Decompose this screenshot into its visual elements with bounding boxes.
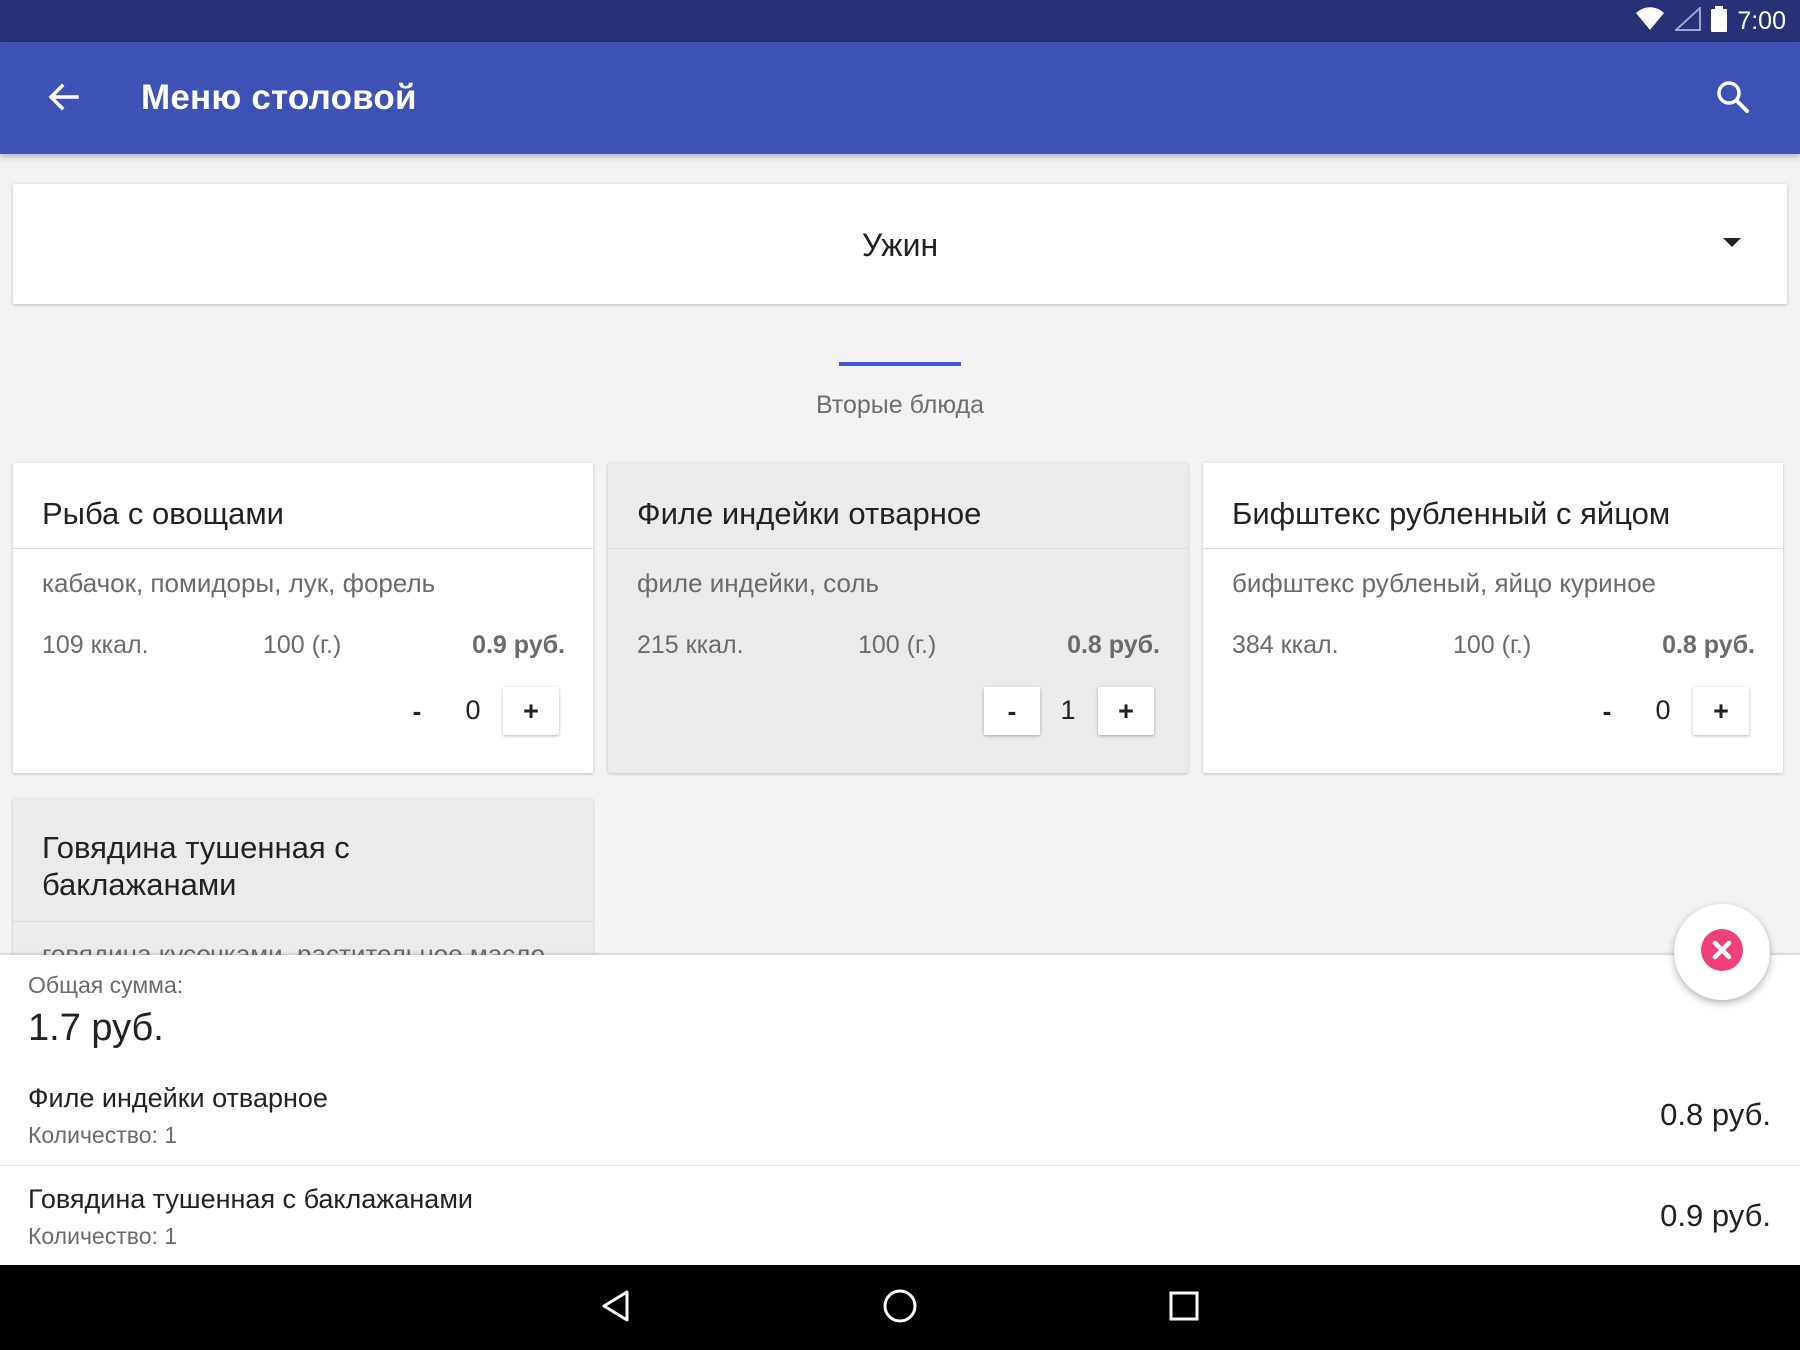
divider [608,548,1188,549]
order-item-name: Говядина тушенная с баклажанами [28,1184,473,1214]
nav-home-button[interactable] [875,1283,925,1333]
dish-card[interactable]: Рыба с овощами кабачок, помидоры, лук, ф… [13,463,593,773]
back-button[interactable] [36,72,90,126]
decrease-button[interactable]: - [1579,687,1635,735]
search-icon [1716,80,1750,119]
status-bar: 7:00 [0,0,1800,42]
system-nav-bar [0,1265,1800,1350]
battery-icon [1711,5,1728,37]
page-title: Меню столовой [141,78,417,117]
app-bar: Меню столовой [0,42,1800,154]
nav-back-button[interactable] [591,1283,641,1333]
order-item-name: Филе индейки отварное [28,1083,328,1113]
dish-price: 0.8 руб. [1067,631,1160,659]
dish-price: 0.9 руб. [472,631,565,659]
status-icons: 7:00 [1635,5,1786,37]
dish-ingredients: бифштекс рубленый, яйцо куриное [1232,568,1656,598]
dish-price: 0.8 руб. [1662,631,1755,659]
increase-button[interactable]: + [1098,687,1154,735]
dish-card[interactable]: Филе индейки отварное филе индейки, соль… [608,463,1188,773]
dish-kcal: 384 ккал. [1232,631,1339,659]
order-item-qty: Количество: 1 [28,1223,178,1249]
divider [1203,548,1783,549]
divider [13,921,593,922]
dish-count: 0 [1655,695,1671,725]
dish-name: Филе индейки отварное [637,496,982,531]
total-label: Общая сумма: [28,972,184,998]
square-recents-icon [1168,1290,1200,1327]
divider [13,548,593,549]
meal-dropdown-value: Ужин [861,227,939,263]
search-button[interactable] [1706,72,1760,126]
dish-card[interactable]: Бифштекс рубленный с яйцом бифштекс рубл… [1203,463,1783,773]
dish-weight: 100 (г.) [263,631,342,659]
decrease-button[interactable]: - [984,687,1040,735]
dish-count: 1 [1060,695,1076,725]
order-summary-sheet: Общая сумма: 1.7 руб. Филе индейки отвар… [0,955,1800,1265]
signal-icon [1673,5,1702,36]
arrow-back-icon [47,81,79,118]
order-item-sum: 0.9 руб. [1660,1198,1771,1233]
dish-name: Бифштекс рубленный с яйцом [1232,496,1671,531]
nav-recents-button[interactable] [1159,1283,1209,1333]
dish-ingredients: кабачок, помидоры, лук, форель [42,568,436,598]
divider [0,1165,1800,1166]
increase-button[interactable]: + [503,687,559,735]
section-tab-indicator [839,362,961,366]
order-item-sum: 0.8 руб. [1660,1097,1771,1132]
dish-kcal: 215 ккал. [637,631,744,659]
wifi-icon [1635,6,1665,36]
dish-count: 0 [465,695,481,725]
dish-card[interactable]: Говядина тушенная с баклажанами говядина… [13,799,593,959]
order-item[interactable]: Филе индейки отварное Количество: 1 0.8 … [0,1068,1800,1168]
dish-name: Говядина тушенная с баклажанами [42,830,350,902]
dish-weight: 100 (г.) [858,631,937,659]
meal-dropdown[interactable]: Ужин [13,184,1787,304]
order-item[interactable]: Говядина тушенная с баклажанами Количест… [0,1169,1800,1269]
decrease-button[interactable]: - [389,687,445,735]
order-item-qty: Количество: 1 [28,1122,178,1148]
total-value: 1.7 руб. [28,1007,164,1049]
dish-name: Рыба с овощами [42,496,284,531]
dropdown-arrow-icon [1723,238,1741,247]
section-tab-title[interactable]: Вторые блюда [700,391,1100,420]
increase-button[interactable]: + [1693,687,1749,735]
close-icon [1700,928,1744,977]
clear-order-button[interactable] [1674,904,1770,1000]
dish-ingredients: филе индейки, соль [637,568,880,598]
dish-kcal: 109 ккал. [42,631,149,659]
triangle-back-icon [599,1289,633,1328]
circle-home-icon [882,1288,918,1329]
status-time: 7:00 [1737,6,1786,35]
dish-weight: 100 (г.) [1453,631,1532,659]
